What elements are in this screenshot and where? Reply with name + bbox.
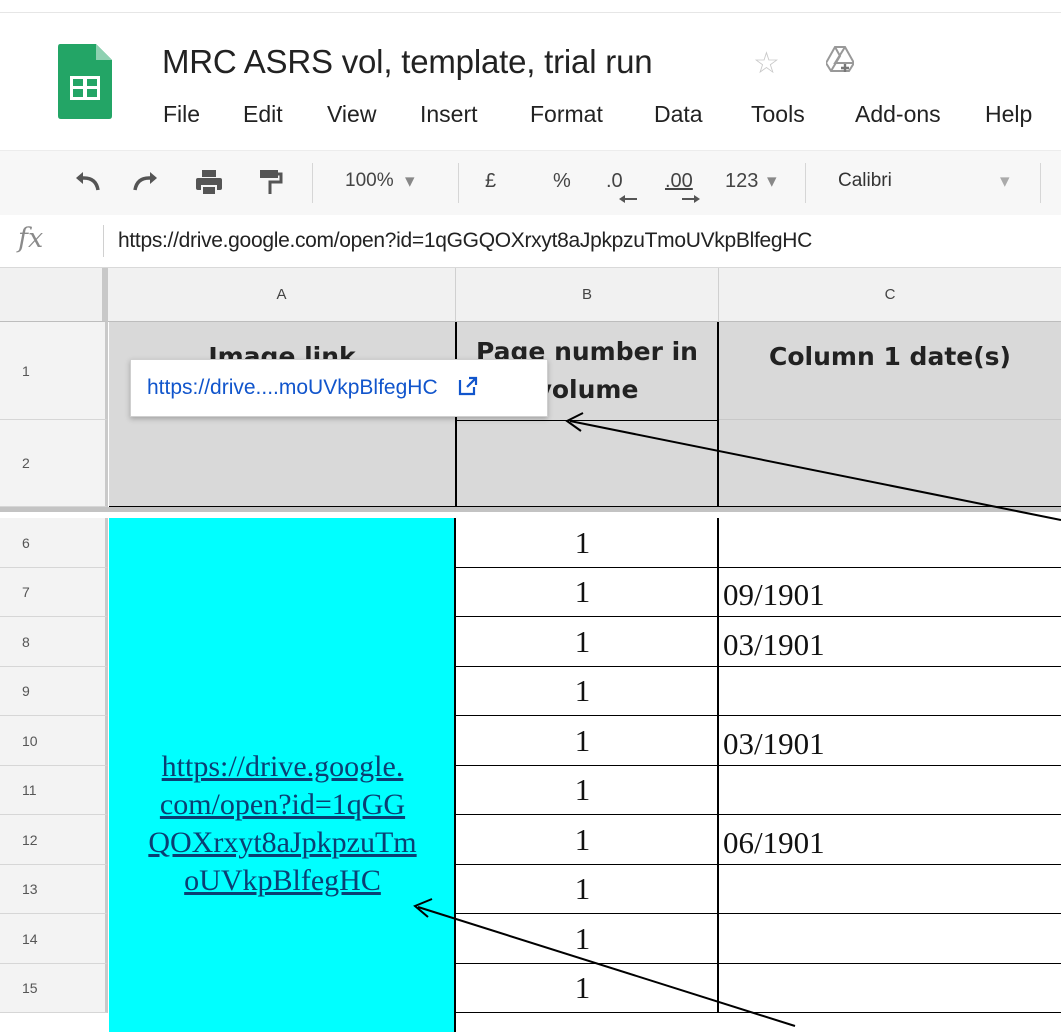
- percent-format-button[interactable]: %: [553, 170, 571, 193]
- header-cell-column-1-dates[interactable]: Column 1 date(s): [719, 322, 1061, 420]
- currency-format-button[interactable]: £: [485, 170, 496, 193]
- menu-file[interactable]: File: [163, 101, 200, 128]
- decrease-decimal-button[interactable]: .0: [606, 170, 623, 193]
- image-link-line[interactable]: oUVkpBlfegHC: [109, 862, 456, 900]
- row-header-9[interactable]: 9: [0, 667, 108, 716]
- page-number-cell[interactable]: 1: [456, 617, 719, 667]
- formula-bar: fx https://drive.google.com/open?id=1qGG…: [0, 215, 1061, 268]
- menu-insert[interactable]: Insert: [420, 101, 478, 128]
- image-link-line[interactable]: https://drive.google.: [109, 748, 456, 786]
- page-number-cell[interactable]: 1: [456, 716, 719, 766]
- menu-view[interactable]: View: [327, 101, 376, 128]
- sheets-logo-icon[interactable]: [56, 42, 114, 120]
- toolbar-separator: [312, 163, 313, 203]
- row-header-11[interactable]: 11: [0, 766, 108, 815]
- formula-separator: [103, 225, 104, 257]
- redo-icon[interactable]: [131, 166, 161, 198]
- row-header-7[interactable]: 7: [0, 568, 108, 617]
- menu-add-ons[interactable]: Add-ons: [855, 101, 941, 128]
- date-cell[interactable]: [719, 766, 1061, 815]
- chevron-down-icon[interactable]: ▾: [767, 170, 777, 193]
- open-in-new-icon[interactable]: [457, 375, 479, 397]
- zoom-select[interactable]: 100%: [345, 170, 394, 192]
- link-tooltip[interactable]: https://drive....moUVkpBlfegHC: [130, 359, 548, 417]
- menu-data[interactable]: Data: [654, 101, 703, 128]
- page-number-cell[interactable]: 1: [456, 766, 719, 815]
- date-cell[interactable]: [719, 914, 1061, 964]
- menu-format[interactable]: Format: [530, 101, 603, 128]
- menu-edit[interactable]: Edit: [243, 101, 283, 128]
- page-number-cell[interactable]: 1: [456, 964, 719, 1013]
- toolbar: 100% ▾ £ % .0 .00 123 ▾ Calibri ▾: [0, 150, 1061, 216]
- row-header-10[interactable]: 10: [0, 716, 108, 766]
- menu-help[interactable]: Help: [985, 101, 1032, 128]
- page-number-cell[interactable]: 1: [456, 815, 719, 865]
- column-header-b[interactable]: B: [456, 268, 719, 322]
- paint-format-icon[interactable]: [257, 166, 283, 198]
- row-header-13[interactable]: 13: [0, 865, 108, 914]
- chevron-down-icon[interactable]: ▾: [405, 170, 415, 193]
- star-icon[interactable]: ☆: [753, 46, 780, 81]
- row-header-15[interactable]: 15: [0, 964, 108, 1013]
- page-number-cell[interactable]: 1: [456, 518, 719, 568]
- date-cell[interactable]: 03/1901: [719, 716, 1061, 766]
- date-cell[interactable]: 09/1901: [719, 568, 1061, 617]
- more-formats-button[interactable]: 123: [725, 170, 758, 193]
- menu-tools[interactable]: Tools: [751, 101, 805, 128]
- arrow-right-icon: [682, 195, 700, 203]
- font-select[interactable]: Calibri: [838, 170, 892, 192]
- row-header-1[interactable]: 1: [0, 322, 108, 420]
- row-header-2[interactable]: 2: [0, 420, 108, 507]
- toolbar-separator: [1040, 163, 1041, 203]
- row-header-12[interactable]: 12: [0, 815, 108, 865]
- page-number-cell[interactable]: 1: [456, 667, 719, 716]
- arrow-left-icon: [619, 195, 637, 203]
- document-title[interactable]: MRC ASRS vol, template, trial run: [162, 43, 653, 81]
- date-cell[interactable]: [719, 667, 1061, 716]
- chevron-down-icon[interactable]: ▾: [1000, 170, 1010, 193]
- date-cell[interactable]: [719, 964, 1061, 1013]
- top-divider: [0, 12, 1061, 13]
- header-cell-b2[interactable]: [456, 420, 719, 507]
- image-link-cell-text[interactable]: https://drive.google. com/open?id=1qGG Q…: [109, 748, 456, 900]
- page-number-cell[interactable]: 1: [456, 865, 719, 914]
- header-cell-c2[interactable]: [719, 420, 1061, 507]
- date-cell[interactable]: [719, 518, 1061, 568]
- page-number-cell[interactable]: 1: [456, 568, 719, 617]
- increase-decimal-button[interactable]: .00: [665, 170, 693, 193]
- drive-icon[interactable]: [826, 46, 854, 72]
- toolbar-separator: [805, 163, 806, 203]
- page-number-cell[interactable]: 1: [456, 914, 719, 964]
- select-all-corner[interactable]: [0, 268, 108, 322]
- row-header-8[interactable]: 8: [0, 617, 108, 667]
- row-header-6[interactable]: 6: [0, 518, 108, 568]
- date-cell[interactable]: 03/1901: [719, 617, 1061, 667]
- image-link-line[interactable]: com/open?id=1qGG: [109, 786, 456, 824]
- formula-input[interactable]: https://drive.google.com/open?id=1qGGQOX…: [118, 229, 812, 253]
- date-cell[interactable]: 06/1901: [719, 815, 1061, 865]
- print-icon[interactable]: [194, 166, 224, 198]
- image-link-line[interactable]: QOXrxyt8aJpkpzuTm: [109, 824, 456, 862]
- merged-cell-image-link[interactable]: https://drive.google. com/open?id=1qGG Q…: [109, 518, 456, 1032]
- fx-icon: fx: [18, 223, 44, 254]
- column-header-a[interactable]: A: [108, 268, 456, 322]
- frozen-rows-divider[interactable]: [0, 507, 1061, 512]
- undo-icon[interactable]: [72, 166, 102, 198]
- tooltip-link[interactable]: https://drive....moUVkpBlfegHC: [147, 376, 438, 399]
- date-cell[interactable]: [719, 865, 1061, 914]
- row-header-14[interactable]: 14: [0, 914, 108, 964]
- column-header-c[interactable]: C: [719, 268, 1061, 322]
- toolbar-separator: [458, 163, 459, 203]
